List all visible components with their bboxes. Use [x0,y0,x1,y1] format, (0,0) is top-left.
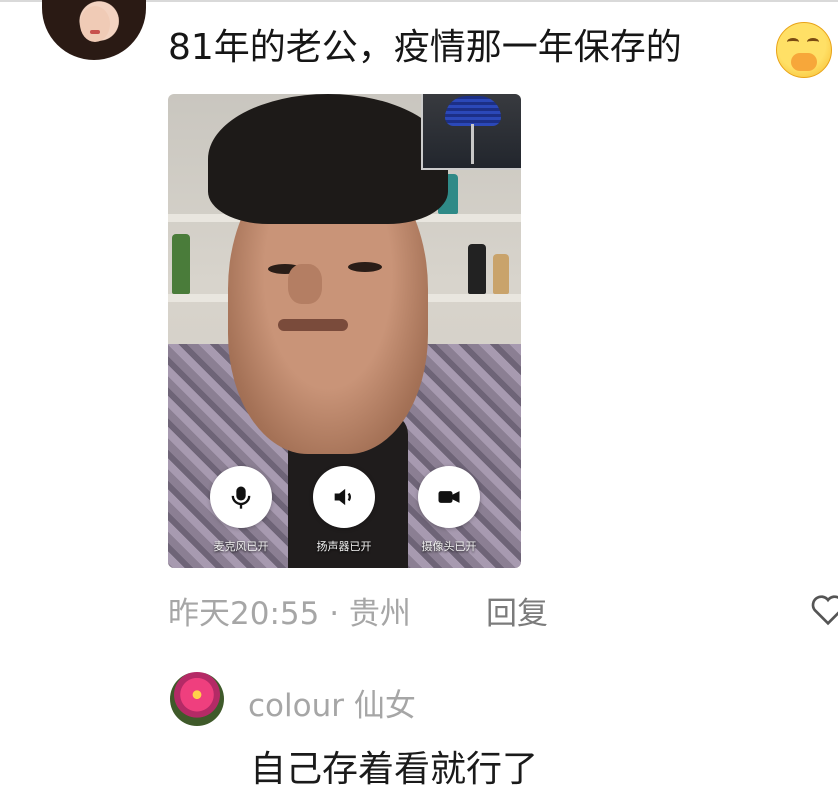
pip-zip [471,124,474,164]
video-call-screenshot-image[interactable]: 麦克风已开 扬声器已开 摄像头已开 [168,94,521,568]
eye [348,262,382,272]
smiling-face-with-hand-over-mouth-emoji-icon [776,22,832,78]
camera-icon [438,491,460,503]
mouth [278,319,348,331]
reply-button[interactable]: 回复 [486,588,548,633]
reply-username[interactable]: colour 仙女 [248,680,416,725]
microphone-button[interactable] [210,466,272,528]
camera-button[interactable] [418,466,480,528]
pip-hood [445,96,501,126]
speaker-label: 扬声器已开 [316,540,372,553]
comment-text: 81年的老公，疫情那一年保存的 [168,27,682,68]
microphone-label: 麦克风已开 [213,540,269,553]
self-view-pip[interactable] [421,94,521,170]
bottle [493,254,509,294]
microphone-icon [231,486,251,509]
person-hair [208,94,448,224]
reply-text: 自己存着看就行了 [250,749,539,790]
comment-time-location: 昨天20:55 · 贵州 [168,596,411,632]
bottle [172,234,190,294]
avatar-face [80,6,110,42]
speaker-icon [334,488,351,506]
commenter-avatar[interactable] [42,0,146,60]
speaker-button[interactable] [313,466,375,528]
reply-user-avatar[interactable] [170,672,224,726]
nose [288,264,322,304]
bottle [468,244,486,294]
avatar-lips [90,30,100,34]
camera-label: 摄像头已开 [421,540,477,553]
emoji-hand [791,53,817,71]
like-heart-icon[interactable] [808,590,838,630]
